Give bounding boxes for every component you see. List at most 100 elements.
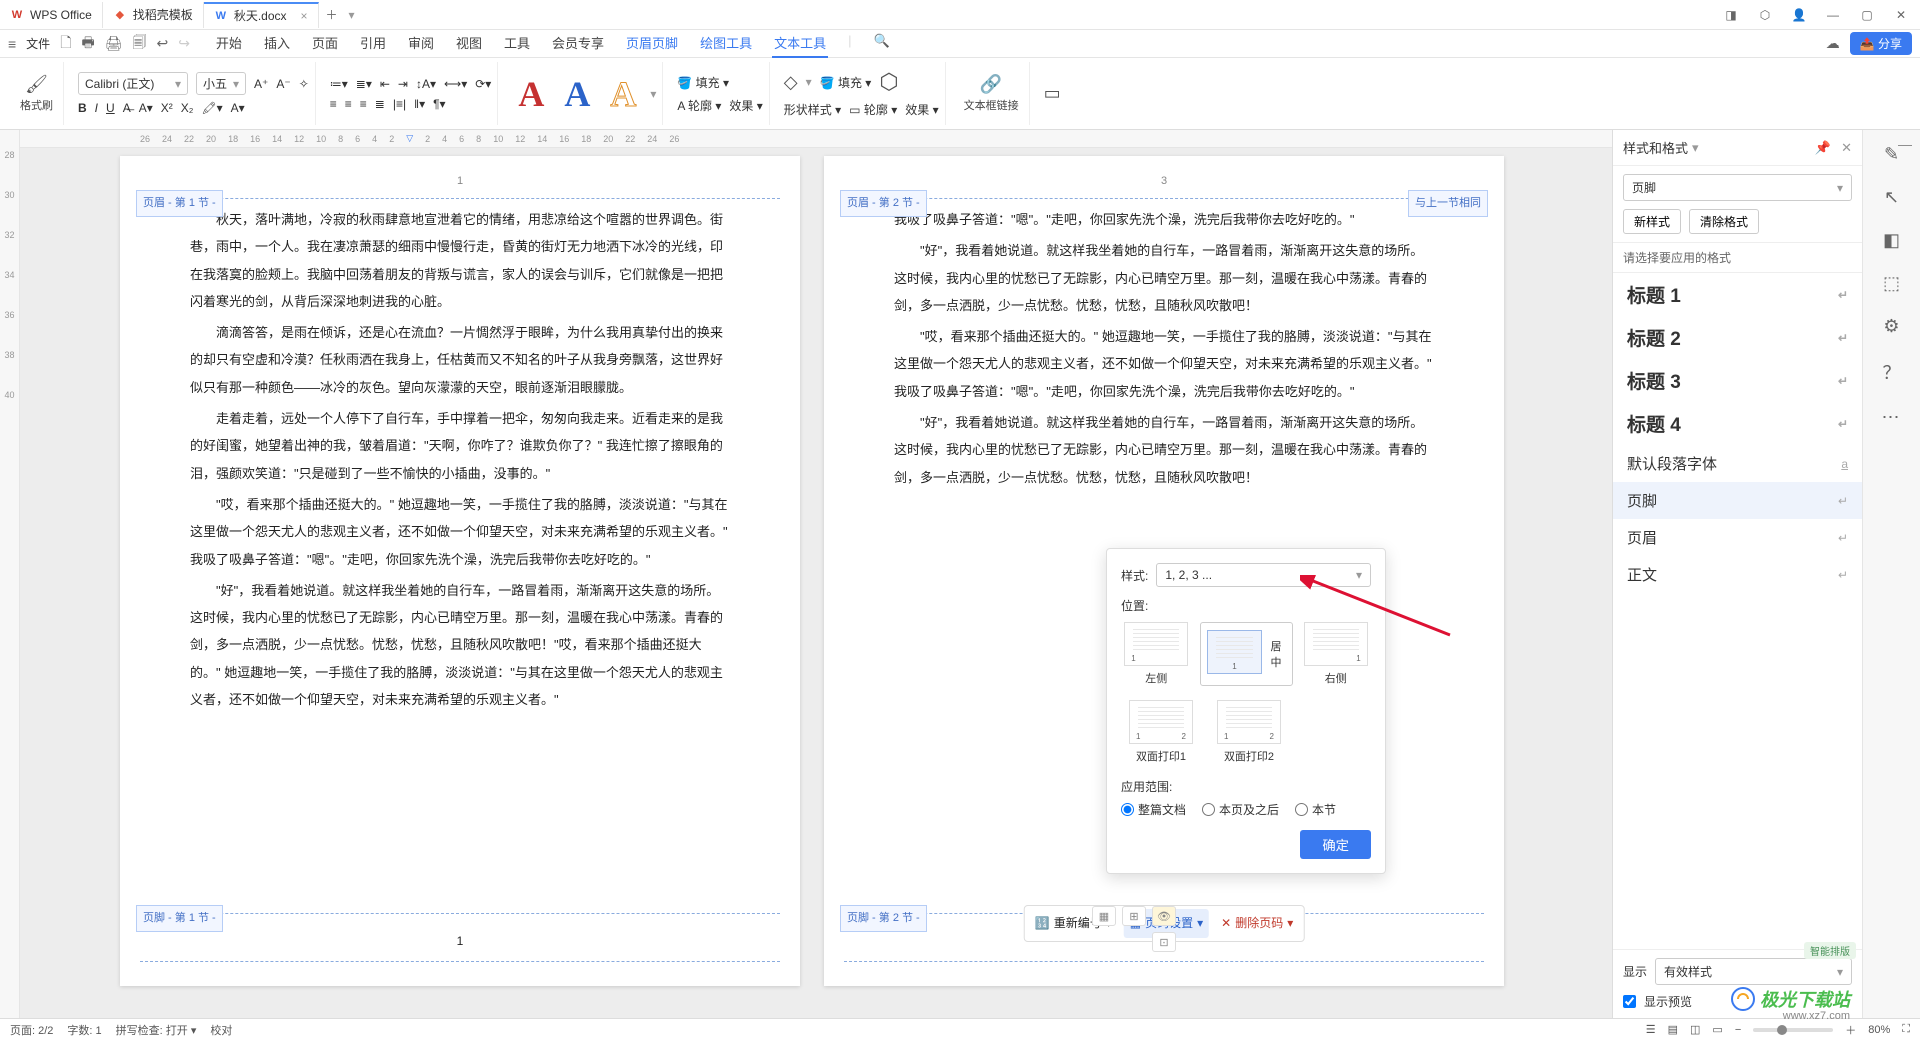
style-heading-2[interactable]: 标题 2↵ [1613, 316, 1862, 359]
numbering-icon[interactable]: ≣▾ [356, 77, 372, 91]
cursor-icon[interactable]: ↖ [1884, 187, 1899, 208]
indent-right-icon[interactable]: ⇥ [398, 77, 408, 91]
font-size-select[interactable]: 小五▾ [196, 72, 246, 95]
style-select[interactable]: 1, 2, 3 ...▾ [1156, 563, 1371, 587]
print-icon[interactable]: 🖨 [105, 35, 123, 52]
paragraph[interactable]: 我吸了吸鼻子答道："嗯"。"走吧，你回家先洗个澡，洗完后我带你去吃好吃的。" [894, 206, 1434, 233]
rotate-icon[interactable]: ⟳▾ [475, 77, 491, 91]
zoom-level[interactable]: 80% [1868, 1024, 1890, 1036]
page-1-number[interactable]: 1 [457, 929, 464, 954]
format-painter-button[interactable]: 🖌 格式刷 [16, 70, 57, 117]
paragraph[interactable]: "好"，我看着她说道。就这样我坐着她的自行车，一路冒着雨，渐渐离开这失意的场所。… [894, 237, 1434, 319]
tab-wps-office[interactable]: W WPS Office [0, 2, 103, 28]
cloud-icon[interactable]: ☁ [1826, 35, 1840, 52]
style-body[interactable]: 正文↵ [1613, 556, 1862, 593]
more-icon[interactable]: ⋯ [1882, 407, 1902, 428]
tab-tools[interactable]: 工具 [502, 29, 532, 58]
paragraph[interactable]: 走着走着，远处一个人停下了自行车，手中撑着一把伞，匆匆向我走来。近看走来的是我的… [190, 405, 730, 487]
maximize-button[interactable]: ▢ [1858, 6, 1876, 24]
cube-icon[interactable]: ⬡ [1756, 6, 1774, 24]
text-direction-icon[interactable]: ↕A▾ [416, 77, 436, 91]
tab-reference[interactable]: 引用 [358, 29, 388, 58]
tab-text-tools[interactable]: 文本工具 [772, 29, 828, 58]
new-style-button[interactable]: 新样式 [1623, 209, 1681, 234]
tab-page[interactable]: 页面 [310, 29, 340, 58]
strike-icon[interactable]: A̶ [123, 101, 131, 115]
position-duplex1[interactable]: 12双面打印1 [1121, 700, 1201, 764]
close-icon[interactable]: × [301, 9, 308, 23]
fill-icon[interactable]: 🪣 填充 ▾ [677, 74, 729, 91]
pin-icon[interactable]: 📌 [1815, 140, 1831, 156]
align-left-icon[interactable]: ≡ [330, 97, 337, 111]
textbox-link-button[interactable]: 🔗 文本框链接 [960, 70, 1023, 117]
scope-this-section[interactable]: 本节 [1295, 801, 1336, 818]
char-scale-icon[interactable]: ⟷▾ [444, 77, 467, 91]
subscript-icon[interactable]: X₂ [181, 101, 194, 115]
scope-whole-doc[interactable]: 整篇文档 [1121, 801, 1186, 818]
collapse-sidebar-icon[interactable]: — [1898, 136, 1912, 152]
shape-outline-button[interactable]: ▭ 轮廓 ▾ [849, 101, 897, 118]
cube-tool-icon[interactable]: ⬚ [1883, 273, 1900, 294]
highlight-icon[interactable]: 🖍▾ [201, 101, 222, 115]
text-effect-icon[interactable]: A▾ [231, 101, 245, 115]
style-heading-3[interactable]: 标题 3↵ [1613, 359, 1862, 402]
underline-icon[interactable]: U [106, 101, 115, 115]
layers-icon[interactable]: ◧ [1883, 230, 1900, 251]
outline-icon[interactable]: A 轮廓 ▾ [677, 97, 721, 114]
close-window-button[interactable]: ✕ [1892, 6, 1910, 24]
new-icon[interactable]: 🗋 [60, 32, 71, 56]
tab-draw-tools[interactable]: 绘图工具 [698, 29, 754, 58]
search-icon[interactable]: 🔍 [871, 29, 891, 58]
fit-icon[interactable]: ⛶ [1902, 1023, 1910, 1036]
tab-document[interactable]: W 秋天.docx × [204, 2, 319, 28]
help-icon[interactable]: ？ [1883, 359, 1901, 385]
font-family-select[interactable]: Calibri (正文)▾ [78, 72, 188, 95]
italic-icon[interactable]: I [95, 101, 98, 115]
zoom-slider[interactable] [1753, 1028, 1833, 1032]
style-heading-1[interactable]: 标题 1↵ [1613, 273, 1862, 316]
align-right-icon[interactable]: ≡ [360, 97, 367, 111]
avatar[interactable]: 👤 [1790, 6, 1808, 24]
share-button[interactable]: 📤 分享 [1850, 32, 1912, 55]
paragraph[interactable]: 秋天，落叶满地，冷寂的秋雨肆意地宣泄着它的情绪，用悲凉给这个喧嚣的世界调色。街巷… [190, 206, 730, 315]
shape-effect-button[interactable]: 效果 ▾ [905, 101, 938, 118]
position-center[interactable]: 1居中 [1200, 622, 1293, 686]
new-tab-button[interactable]: ＋ [319, 6, 345, 23]
current-style-select[interactable]: 页脚▾ [1623, 174, 1852, 201]
ok-button[interactable]: 确定 [1300, 830, 1371, 859]
zoom-out[interactable]: − [1735, 1024, 1741, 1036]
view-mode-4[interactable]: ▭ [1712, 1023, 1722, 1036]
view-mode-2[interactable]: ▤ [1668, 1023, 1678, 1036]
clear-format-icon[interactable]: ✧ [299, 77, 309, 91]
justify-icon[interactable]: ≣ [375, 97, 385, 111]
minimize-button[interactable]: — [1824, 6, 1842, 24]
redo-icon[interactable]: ↪ [178, 35, 190, 52]
bold-icon[interactable]: B [78, 101, 87, 115]
scope-this-after[interactable]: 本页及之后 [1202, 801, 1279, 818]
align-tool-1[interactable]: ▦ [1092, 906, 1116, 926]
tab-member[interactable]: 会员专享 [550, 29, 606, 58]
menu-icon[interactable]: ≡ [8, 36, 16, 52]
word-count[interactable]: 字数: 1 [67, 1022, 101, 1038]
text-style-3[interactable]: A [604, 73, 642, 115]
style-footer[interactable]: 页脚↵ [1613, 482, 1862, 519]
delete-pagenum-button[interactable]: ✕ 删除页码 ▾ [1215, 909, 1299, 938]
layout-icon[interactable]: ◨ [1722, 6, 1740, 24]
position-left[interactable]: 1左侧 [1121, 622, 1192, 686]
tab-start[interactable]: 开始 [214, 29, 244, 58]
cube-icon[interactable]: ⬡ [879, 69, 898, 95]
font-color-icon[interactable]: A▾ [139, 101, 153, 115]
spell-check[interactable]: 拼写检查: 打开 ▾ [116, 1022, 197, 1038]
text-style-1[interactable]: A [512, 73, 550, 115]
tab-templates[interactable]: ◆ 找稻壳模板 [103, 2, 204, 28]
tab-review[interactable]: 审阅 [406, 29, 436, 58]
style-heading-4[interactable]: 标题 4↵ [1613, 402, 1862, 445]
tab-insert[interactable]: 插入 [262, 29, 292, 58]
style-header[interactable]: 页眉↵ [1613, 519, 1862, 556]
paragraph-icon[interactable]: ¶▾ [433, 97, 445, 111]
text-style-2[interactable]: A [558, 73, 596, 115]
align-tool-3[interactable]: 👁 [1152, 906, 1176, 926]
paragraph[interactable]: "好"，我看着她说道。就这样我坐着她的自行车，一路冒着雨，渐渐离开这失意的场所。… [894, 409, 1434, 491]
smart-layout-tag[interactable]: 智能排版 [1804, 942, 1856, 959]
line-spacing-icon[interactable]: ‖▾ [414, 97, 425, 111]
